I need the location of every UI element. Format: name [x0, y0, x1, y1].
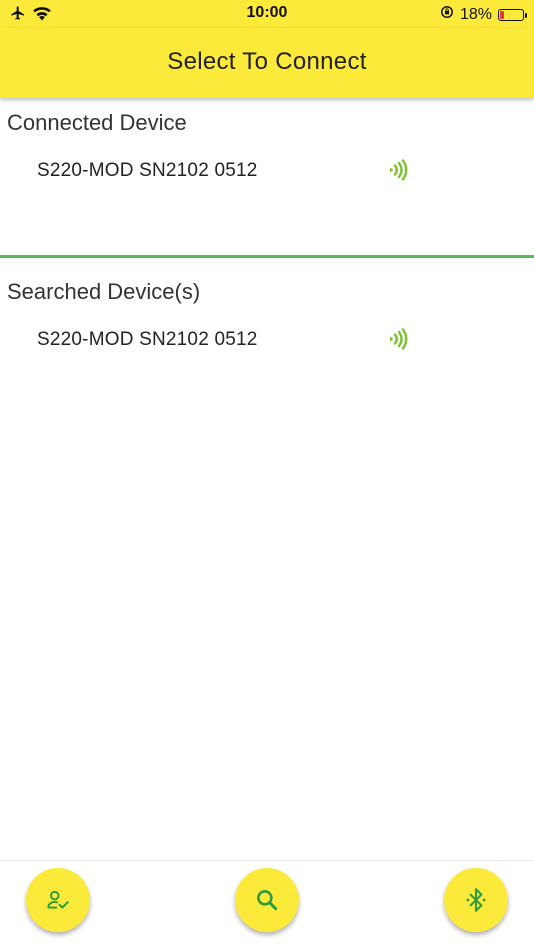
- battery-percent: 18%: [459, 5, 492, 23]
- search-icon: [257, 890, 278, 911]
- signal-icon: [390, 159, 408, 181]
- search-button[interactable]: [235, 868, 299, 932]
- status-bar: 10:00 18%: [0, 0, 534, 28]
- battery-fill: [500, 10, 504, 19]
- searched-section-title: Searched Device(s): [7, 279, 201, 304]
- status-right: 18%: [440, 5, 527, 24]
- page-title: Select To Connect: [167, 48, 367, 75]
- bluetooth-icon: [466, 888, 486, 912]
- user-check-icon: [47, 890, 69, 909]
- device-name: S220-MOD SN2102 0512: [37, 329, 258, 350]
- connected-device-row[interactable]: S220-MOD SN2102 0512: [0, 152, 534, 192]
- rotation-lock-icon: [440, 5, 454, 24]
- bottom-bar-border: [0, 860, 534, 861]
- app-bar: Select To Connect: [0, 28, 534, 98]
- battery-icon: [498, 8, 527, 21]
- searched-device-row[interactable]: S220-MOD SN2102 0512: [0, 321, 534, 361]
- section-divider: [0, 255, 534, 258]
- connected-devices-button[interactable]: [26, 868, 90, 932]
- device-name: S220-MOD SN2102 0512: [37, 160, 258, 181]
- connected-section-title: Connected Device: [7, 110, 187, 135]
- signal-icon: [390, 328, 408, 350]
- bluetooth-button[interactable]: [444, 868, 508, 932]
